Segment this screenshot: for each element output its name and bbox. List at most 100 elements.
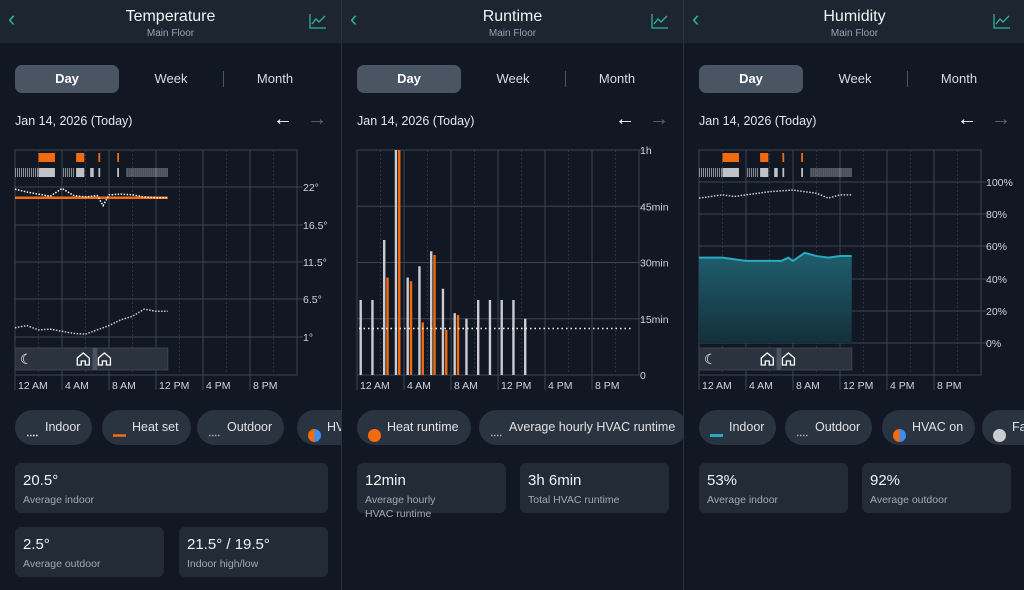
y-tick-label: 45min xyxy=(640,201,669,213)
fan-tick xyxy=(749,168,750,177)
y-tick-label: 1° xyxy=(303,332,313,344)
fan-tick xyxy=(29,168,30,177)
fan-tick xyxy=(833,168,834,177)
legend-dotted-gray-icon xyxy=(796,421,809,434)
hvac-runtime-bar xyxy=(489,300,491,375)
next-arrow-icon[interactable]: → xyxy=(649,108,669,131)
legend-chip[interactable]: HVAC xyxy=(297,410,341,445)
heat-on-band xyxy=(801,153,803,162)
legend-hvac-icon xyxy=(308,421,321,434)
x-tick-label: 8 PM xyxy=(253,380,278,392)
fan-tick xyxy=(711,168,712,177)
y-tick-label: 80% xyxy=(986,209,1007,221)
y-tick-label: 11.5° xyxy=(303,257,327,269)
tab-day[interactable]: Day xyxy=(15,65,119,93)
tab-month[interactable]: Month xyxy=(907,65,1011,93)
fan-tick xyxy=(813,168,814,177)
hvac-runtime-bar xyxy=(454,313,456,375)
x-tick-label: 4 AM xyxy=(65,380,89,392)
legend-label: Outdoor xyxy=(227,420,272,434)
heat-runtime-bar xyxy=(422,323,424,376)
fan-on-band xyxy=(760,168,768,177)
sleep-moon-icon: ☾ xyxy=(704,351,717,367)
legend-chip[interactable]: Indoor xyxy=(15,410,92,445)
trend-chart-icon[interactable] xyxy=(993,13,1011,29)
fan-tick xyxy=(165,168,166,177)
tab-day[interactable]: Day xyxy=(357,65,461,93)
legend-chip[interactable]: Outdoor xyxy=(785,410,872,445)
fan-tick xyxy=(715,168,716,177)
previous-arrow-icon[interactable]: ← xyxy=(957,108,977,131)
trend-chart-icon[interactable] xyxy=(309,13,327,29)
tab-month[interactable]: Month xyxy=(565,65,669,93)
y-tick-label: 1h xyxy=(640,145,652,157)
legend-label: Fa xyxy=(1012,420,1024,434)
fan-tick xyxy=(35,168,36,177)
fan-tick xyxy=(701,168,702,177)
stat-label: Average hourly HVAC runtime xyxy=(365,493,455,521)
previous-arrow-icon[interactable]: ← xyxy=(273,108,293,131)
header: ‹ Humidity Main Floor xyxy=(684,0,1024,43)
fan-on-band xyxy=(39,168,55,177)
sleep-moon-icon: ☾ xyxy=(20,351,33,367)
fan-tick xyxy=(837,168,838,177)
fan-tick xyxy=(19,168,20,177)
fan-tick xyxy=(15,168,16,177)
legend-label: Indoor xyxy=(45,420,80,434)
hvac-runtime-bar xyxy=(512,300,514,375)
legend-chip[interactable]: Fa xyxy=(982,410,1024,445)
fan-tick xyxy=(829,168,830,177)
previous-arrow-icon[interactable]: ← xyxy=(615,108,635,131)
fan-tick xyxy=(159,168,160,177)
legend-label: Outdoor xyxy=(815,420,860,434)
legend-chip[interactable]: Indoor xyxy=(699,410,776,445)
stat-label: Average outdoor xyxy=(23,557,156,571)
legend-chip[interactable]: Outdoor xyxy=(197,410,284,445)
fan-tick xyxy=(703,168,704,177)
y-tick-label: 15min xyxy=(640,314,669,326)
legend-chip[interactable]: Average hourly HVAC runtime xyxy=(479,410,683,445)
schedule-marker xyxy=(777,348,782,370)
stat-card: 2.5°Average outdoor xyxy=(15,527,164,577)
tab-day[interactable]: Day xyxy=(699,65,803,93)
x-tick-label: 12 AM xyxy=(702,380,732,392)
hvac-runtime-bar xyxy=(442,289,444,375)
stat-value: 12min xyxy=(365,472,406,489)
heat-on-band xyxy=(760,153,768,162)
legend-dotted-gray-icon xyxy=(490,421,503,434)
tab-week[interactable]: Week xyxy=(461,65,565,93)
stat-value: 53% xyxy=(707,472,737,489)
fan-tick xyxy=(137,168,138,177)
next-arrow-icon[interactable]: → xyxy=(307,108,327,131)
tab-week[interactable]: Week xyxy=(803,65,907,93)
fan-tick xyxy=(157,168,158,177)
fan-tick xyxy=(139,168,140,177)
legend-label: Average hourly HVAC runtime xyxy=(509,420,675,434)
tab-week[interactable]: Week xyxy=(119,65,223,93)
x-tick-label: 12 AM xyxy=(18,380,48,392)
chart-area: 12 AM4 AM8 AM12 PM4 PM8 PM100%80%60%40%2… xyxy=(684,140,1024,400)
stat-value: 3h 6min xyxy=(528,472,581,489)
fan-tick xyxy=(821,168,822,177)
legend-chip[interactable]: HVAC on xyxy=(882,410,975,445)
y-tick-label: 40% xyxy=(986,274,1007,286)
next-arrow-icon[interactable]: → xyxy=(991,108,1011,131)
legend-chip[interactable]: Heat runtime xyxy=(357,410,471,445)
fan-tick xyxy=(131,168,132,177)
x-tick-label: 4 PM xyxy=(206,380,231,392)
hvac-runtime-bar xyxy=(371,300,373,375)
fan-tick xyxy=(827,168,828,177)
legend-dotted-gray-icon xyxy=(208,421,221,434)
legend-dotted-white-icon xyxy=(26,421,39,434)
range-tabs: Day Week Month xyxy=(357,65,669,93)
tab-month[interactable]: Month xyxy=(223,65,327,93)
heat-on-band xyxy=(723,153,739,162)
heat-runtime-bar xyxy=(386,278,388,376)
fan-tick xyxy=(129,168,130,177)
fan-tick xyxy=(127,168,128,177)
legend-chip[interactable]: Heat set xyxy=(102,410,191,445)
trend-chart-icon[interactable] xyxy=(651,13,669,29)
stat-value: 92% xyxy=(870,472,900,489)
stat-value: 20.5° xyxy=(23,472,58,489)
y-tick-label: 30min xyxy=(640,258,669,270)
